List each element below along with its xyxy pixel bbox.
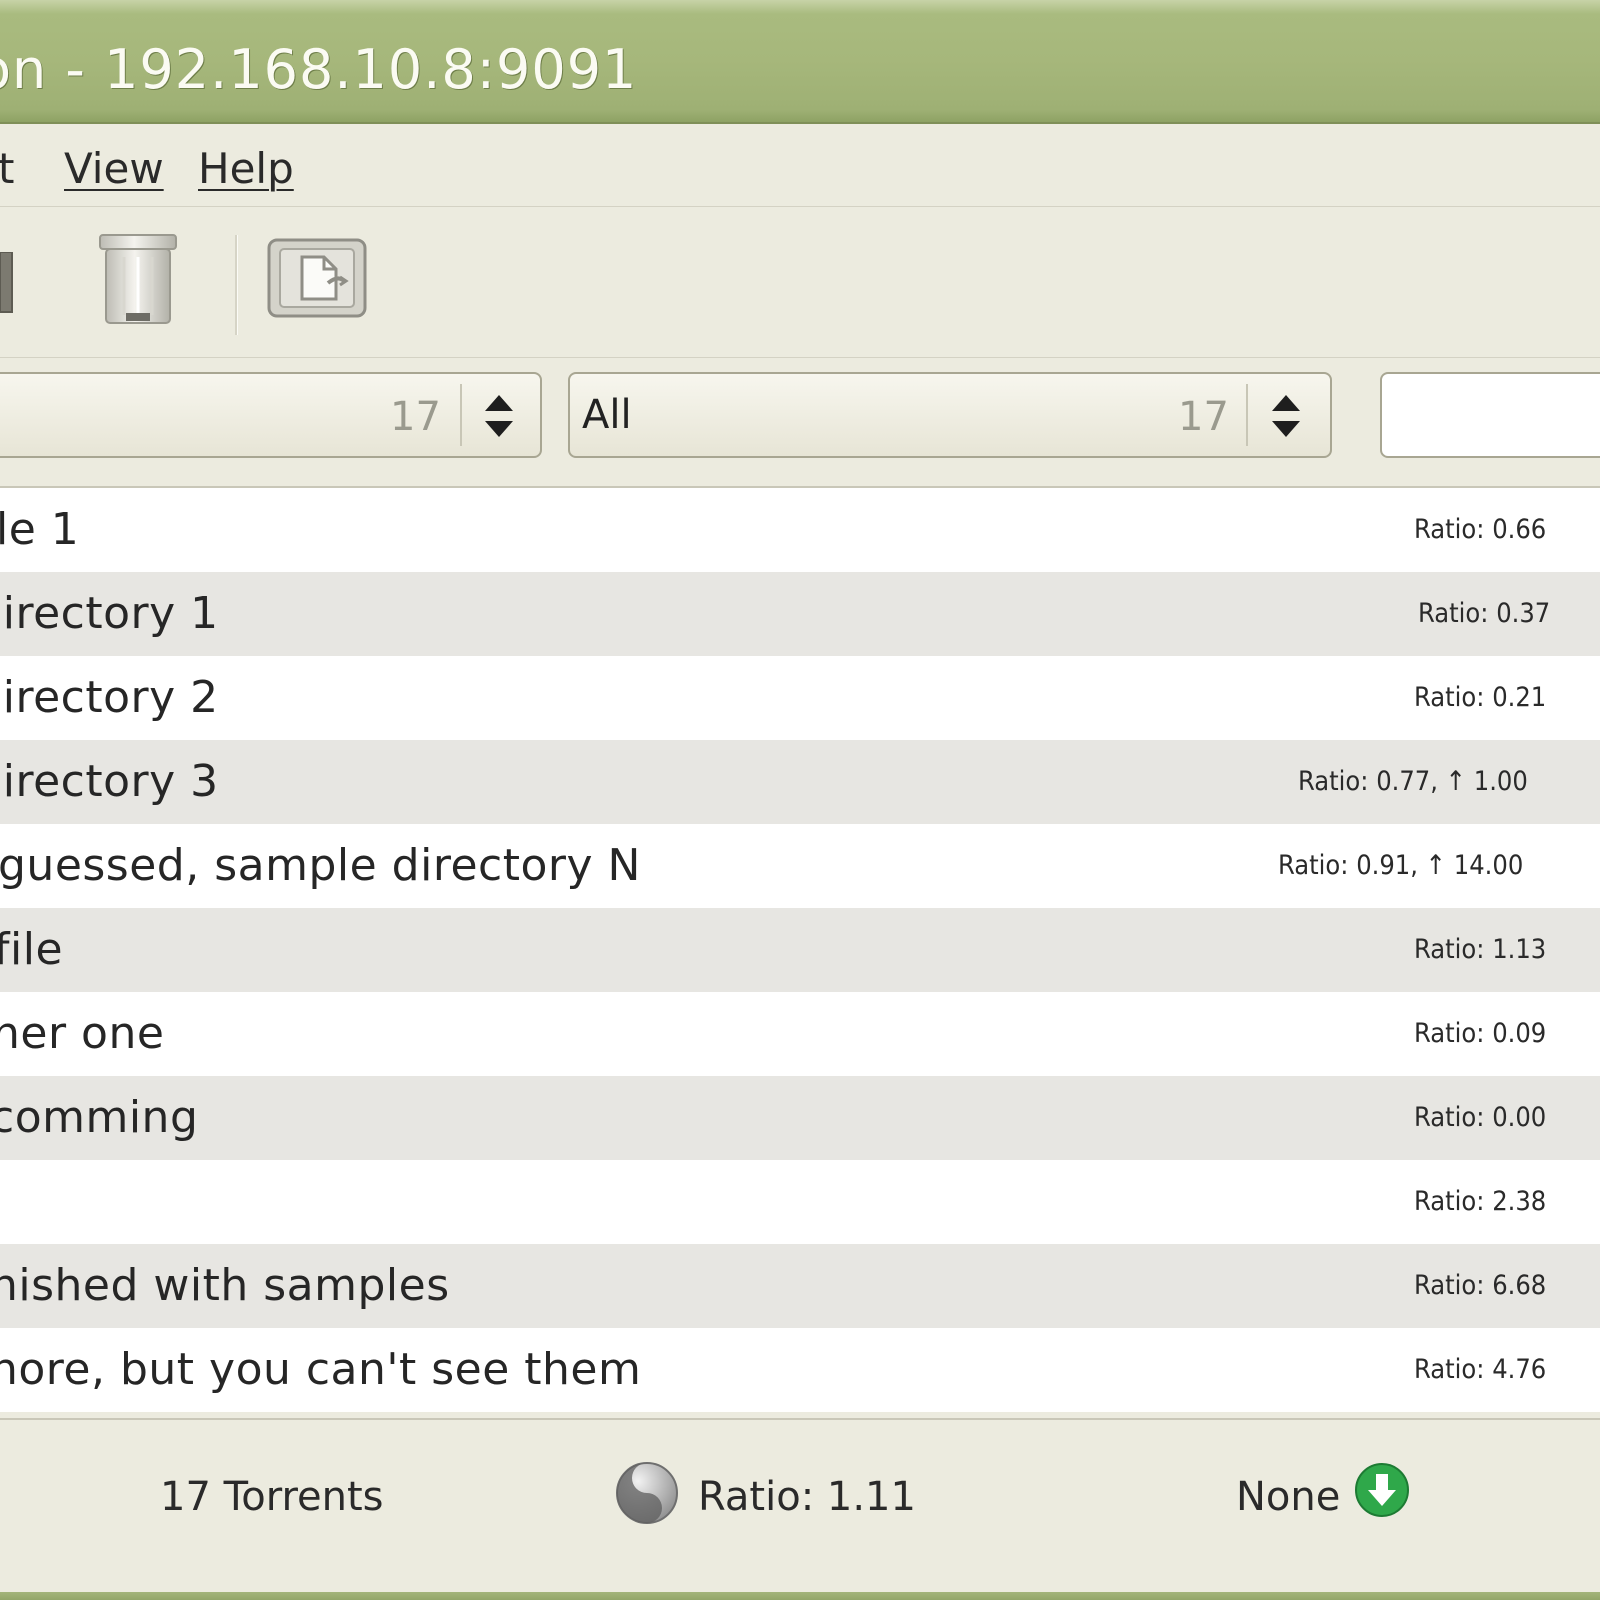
torrent-row[interactable]: nished with samples Ratio: 6.68: [0, 1244, 1600, 1328]
torrent-name: lirectory 2: [0, 672, 219, 723]
torrent-stats: Ratio: 0.09: [1414, 1018, 1547, 1049]
menu-help-label: Help: [198, 144, 294, 193]
torrent-count: 17 Torrents: [160, 1474, 384, 1520]
properties-icon[interactable]: [266, 237, 368, 319]
torrent-stats: Ratio: 0.21: [1414, 682, 1547, 713]
ratio-options-icon[interactable]: [614, 1460, 680, 1526]
torrent-row[interactable]: file Ratio: 1.13: [0, 908, 1600, 992]
tracker-filter-count: 17: [1178, 394, 1229, 440]
torrent-row[interactable]: lirectory 1 Ratio: 0.37: [0, 572, 1600, 656]
status-bar: 17 Torrents Ratio: 1.11 None: [0, 1418, 1600, 1600]
torrent-stats: Ratio: 0.77, ↑ 1.00: [1298, 766, 1528, 797]
filter-bar: 17 All 17: [0, 358, 1600, 484]
torrent-stats: Ratio: 0.91, ↑ 14.00: [1278, 850, 1524, 881]
torrent-row[interactable]: guessed, sample directory N Ratio: 0.91,…: [0, 824, 1600, 908]
transmission-window: on - 192.168.10.8:9091 t View Help 17 Al…: [0, 0, 1600, 1600]
torrent-stats: Ratio: 6.68: [1414, 1270, 1547, 1301]
updown-arrows-icon: [481, 389, 517, 443]
ratio-total: Ratio: 1.11: [698, 1474, 916, 1520]
combo-divider: [1246, 384, 1248, 446]
menu-view-label: View: [64, 144, 164, 193]
updown-arrows-icon: [1268, 389, 1304, 443]
torrent-stats: Ratio: 4.76: [1414, 1354, 1547, 1385]
torrent-row[interactable]: le 1 Ratio: 0.66: [0, 488, 1600, 572]
torrent-name: lirectory 3: [0, 756, 219, 807]
torrent-row[interactable]: ner one Ratio: 0.09: [0, 992, 1600, 1076]
torrent-row[interactable]: lirectory 2 Ratio: 0.21: [0, 656, 1600, 740]
torrent-row[interactable]: nore, but you can't see them Ratio: 4.76: [0, 1328, 1600, 1412]
torrent-stats: Ratio: 0.00: [1414, 1102, 1547, 1133]
torrent-row[interactable]: comming Ratio: 0.00: [0, 1076, 1600, 1160]
torrent-stats: Ratio: 0.66: [1414, 514, 1547, 545]
toolbar-separator: [235, 235, 237, 335]
search-input[interactable]: [1380, 372, 1600, 458]
activity-filter-combo[interactable]: 17: [0, 372, 542, 458]
torrent-name: nore, but you can't see them: [0, 1344, 642, 1395]
tracker-filter-label: All: [582, 392, 632, 438]
toolbar-partial-icon[interactable]: [0, 251, 14, 314]
torrent-row[interactable]: lirectory 3 Ratio: 0.77, ↑ 1.00: [0, 740, 1600, 824]
tracker-filter-combo[interactable]: All 17: [568, 372, 1332, 458]
activity-filter-count: 17: [390, 394, 441, 440]
torrent-row[interactable]: Ratio: 2.38: [0, 1160, 1600, 1244]
torrent-stats: Ratio: 2.38: [1414, 1186, 1547, 1217]
torrent-stats: Ratio: 1.13: [1414, 934, 1547, 965]
torrent-name: nished with samples: [0, 1260, 450, 1311]
torrent-name: ner one: [0, 1008, 165, 1059]
torrent-name: guessed, sample directory N: [0, 840, 641, 891]
title-bar[interactable]: on - 192.168.10.8:9091: [0, 0, 1600, 124]
menu-view[interactable]: View: [64, 144, 164, 193]
torrent-name: file: [0, 924, 64, 975]
menu-help[interactable]: Help: [198, 144, 294, 193]
torrent-stats: Ratio: 0.37: [1418, 598, 1551, 629]
trash-icon[interactable]: [96, 231, 180, 331]
combo-divider: [460, 384, 462, 446]
speed-limit-label: None: [1236, 1474, 1341, 1520]
window-title: on - 192.168.10.8:9091: [0, 38, 638, 101]
toolbar: [0, 207, 1600, 358]
menu-bar: t View Help: [0, 124, 1600, 207]
torrent-name: lirectory 1: [0, 588, 219, 639]
torrent-name: le 1: [0, 504, 80, 555]
torrent-name: comming: [0, 1092, 199, 1143]
menu-torrent[interactable]: t: [0, 144, 14, 193]
torrent-list[interactable]: le 1 Ratio: 0.66 lirectory 1 Ratio: 0.37…: [0, 486, 1600, 1412]
download-arrow-icon[interactable]: [1354, 1462, 1410, 1518]
